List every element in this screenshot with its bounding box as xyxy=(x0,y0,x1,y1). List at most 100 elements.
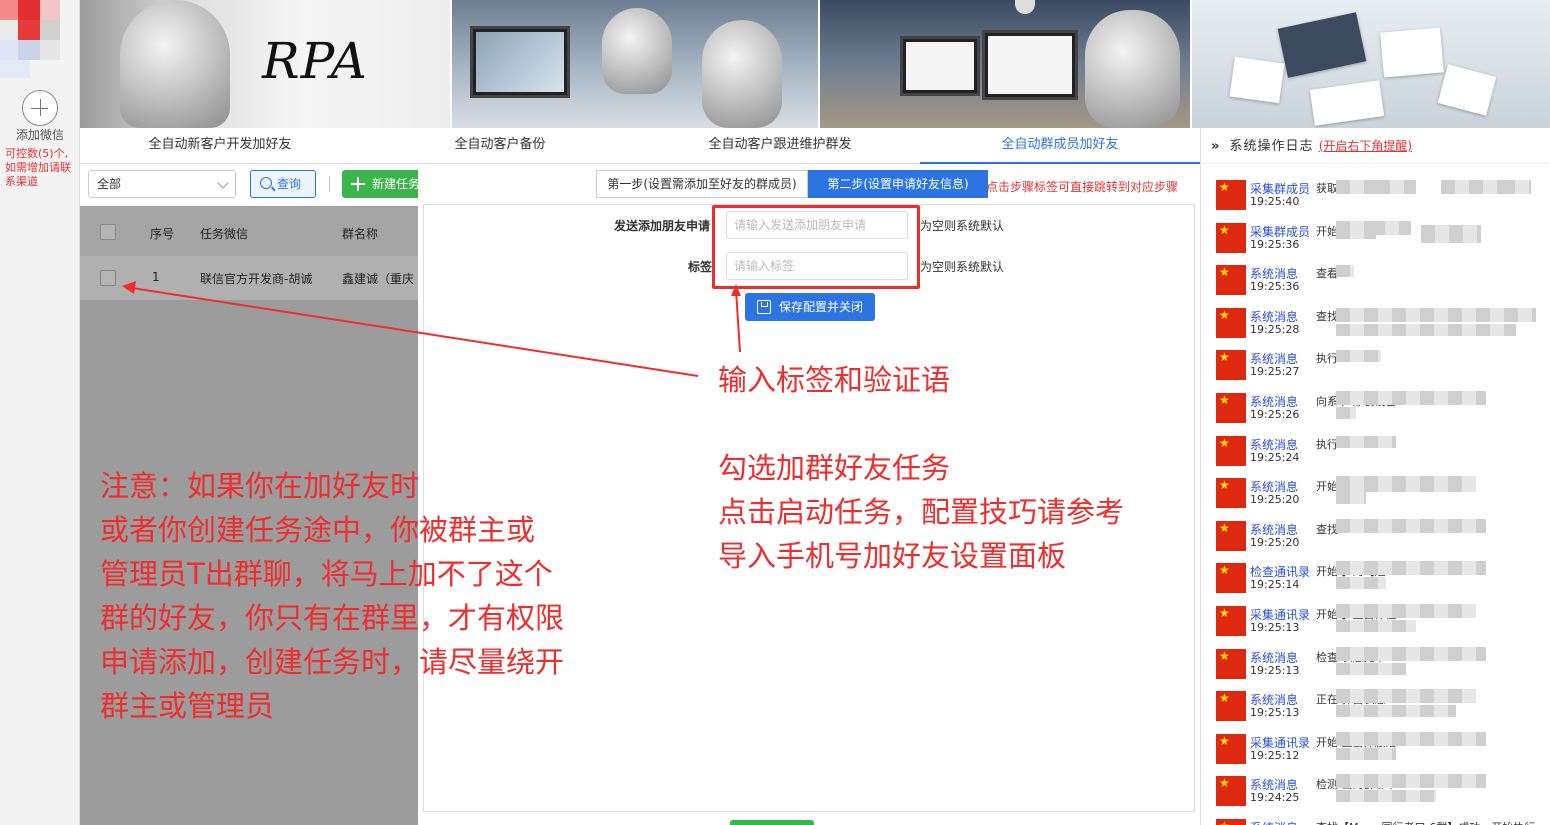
log-header: » 系统操作日志 (开启右下角提醒) xyxy=(1201,128,1550,164)
input-note: 输入标签和验证语 xyxy=(718,363,951,397)
log-item: 系统消息19:25:13正在 弹窗状态 xyxy=(1201,683,1550,725)
log-item: 系统消息19:25:20开始 涂设备交流群 xyxy=(1201,470,1550,512)
redaction-blur xyxy=(1336,774,1486,789)
log-time: 19:25:40 xyxy=(1250,195,1300,208)
redaction-blur xyxy=(1336,435,1396,448)
redaction-blur xyxy=(1336,492,1366,505)
tag-hint: 为空则系统默认 xyxy=(920,260,1005,274)
log-item: 检查通讯录19:25:14开始 】的【通 xyxy=(1201,555,1550,597)
tab-customer-backup[interactable]: 全自动客户备份 xyxy=(360,128,640,164)
module-tabs: 全自动新客户开发加好友 全自动客户备份 全自动客户跟进维护群发 全自动群成员加好… xyxy=(80,128,1200,164)
warning-note-6: 群主或管理员 xyxy=(100,689,275,723)
log-item: 系统消息19:25:26向系 ）涂装设备 xyxy=(1201,385,1550,427)
step-tab-1[interactable]: 第一步(设置需添加至好友的群成员) xyxy=(596,170,808,198)
log-time: 19:25:26 xyxy=(1250,408,1300,421)
save-icon xyxy=(757,300,771,314)
collapse-icon[interactable]: » xyxy=(1211,139,1220,154)
log-time: 19:25:13 xyxy=(1250,663,1300,677)
quota-notice: 可控数(5)个,如需增加请联系渠道 xyxy=(5,147,71,188)
tab-group-member-add-friends[interactable]: 全自动群成员加好友 xyxy=(920,128,1200,164)
flag-icon xyxy=(1216,691,1246,722)
task-note-2: 点击启动任务，配置技巧请参考 xyxy=(718,495,1125,529)
log-item: 系统消息19:25:27执行 xyxy=(1201,342,1550,384)
flag-icon xyxy=(1216,606,1246,636)
log-item: 系统消息19:25:24执行 xyxy=(1201,428,1550,470)
flag-icon xyxy=(1216,648,1246,679)
chevron-down-icon xyxy=(217,177,229,189)
tag-input[interactable] xyxy=(726,252,908,280)
redaction-blur xyxy=(1336,476,1476,493)
header-task-wechat: 任务微信 xyxy=(200,227,249,241)
log-item: 采集群成员19:25:40获取 xyxy=(1201,172,1550,214)
flag-icon xyxy=(1216,265,1246,296)
save-config-button[interactable]: 保存配置并关闭 xyxy=(745,293,875,321)
redaction-blur xyxy=(1336,790,1436,803)
new-task-button[interactable]: 新建任务 xyxy=(342,170,422,198)
add-wechat-label[interactable]: 添加微信 xyxy=(0,126,80,143)
log-time: 19:24:25 xyxy=(1250,791,1300,805)
log-item: 系统消息 查找【Muse 同行者口-6群】成功，开始执行 xyxy=(1201,811,1550,825)
redaction-blur xyxy=(1336,407,1356,419)
log-time: 19:25:13 xyxy=(1250,706,1300,720)
step-tabs: 第一步(设置需添加至好友的群成员) 第二步(设置申请好友信息) xyxy=(596,170,1026,198)
redaction-blur xyxy=(1336,180,1376,194)
search-icon xyxy=(260,177,272,189)
avatar[interactable] xyxy=(0,0,60,80)
task-filter-select[interactable]: 全部 xyxy=(88,170,236,198)
banner-image-workspace xyxy=(1192,0,1550,128)
redaction-blur xyxy=(1336,604,1476,618)
warning-note-5: 申请添加，创建任务时，请尽量绕开 xyxy=(100,645,565,679)
tab-new-customer-add-friends[interactable]: 全自动新客户开发加好友 xyxy=(80,128,360,164)
log-item: 采集群成员19:25:36开始 xyxy=(1201,215,1550,257)
flag-icon xyxy=(1216,733,1246,764)
step-tab-2[interactable]: 第二步(设置申请好友信息) xyxy=(808,170,988,198)
request-message-input[interactable] xyxy=(726,211,908,239)
log-item: 采集通讯录19:25:13开始 】主窗体位 xyxy=(1201,598,1550,640)
redaction-blur xyxy=(1336,391,1486,405)
redaction-blur xyxy=(1336,731,1486,746)
redaction-blur xyxy=(1336,705,1456,718)
warning-note-2: 或者你创建任务途中，你被群主或 xyxy=(100,513,536,547)
log-time: 19:25:20 xyxy=(1250,493,1300,507)
log-time: 19:25:14 xyxy=(1250,578,1300,592)
start-task-button[interactable] xyxy=(730,820,814,825)
add-wechat-icon[interactable] xyxy=(22,90,58,126)
log-time: 19:25:36 xyxy=(1250,237,1300,251)
log-time: 19:25:20 xyxy=(1250,535,1300,549)
flag-icon xyxy=(1216,180,1246,210)
banner: RPA xyxy=(80,0,1550,128)
log-item: 采集通讯录19:25:12开始 主窗体激活 xyxy=(1201,726,1550,768)
log-time: 19:25:36 xyxy=(1250,280,1300,294)
flag-icon xyxy=(1216,776,1246,807)
banner-image-robot-desk xyxy=(820,0,1190,128)
redaction-blur xyxy=(1421,224,1481,243)
left-sidebar: 添加微信 可控数(5)个,如需增加请联系渠道 xyxy=(0,0,80,825)
log-title: 系统操作日志 xyxy=(1229,139,1314,154)
log-item: 系统消息19:25:13检查 状态完毕 xyxy=(1201,641,1550,683)
toolbar-divider xyxy=(329,176,330,192)
redaction-blur xyxy=(1336,561,1486,576)
query-button[interactable]: 查询 xyxy=(250,170,316,198)
tab-customer-followup-broadcast[interactable]: 全自动客户跟进维护群发 xyxy=(640,128,920,164)
log-item: 系统消息19:24:25检测 出的群聊中 xyxy=(1201,768,1550,810)
select-all-checkbox[interactable] xyxy=(100,224,116,240)
rpa-logo-text: RPA xyxy=(262,32,368,90)
step-hint: 点击步骤标签可直接跳转到对应步骤 xyxy=(986,180,1179,194)
flag-icon xyxy=(1216,222,1246,253)
log-time: 19:25:12 xyxy=(1250,748,1300,762)
row-task-wechat: 联信官方开发商-胡诚 xyxy=(200,272,313,286)
redaction-blur xyxy=(1336,350,1381,363)
row-checkbox[interactable] xyxy=(100,270,116,286)
enable-notify-link[interactable]: (开启右下角提醒) xyxy=(1319,139,1412,153)
flag-icon xyxy=(1216,307,1246,338)
redaction-blur xyxy=(1336,577,1386,590)
warning-note-4: 群的好友，你只有在群里，才有权限 xyxy=(100,601,565,635)
table-row[interactable]: 1 联信官方开发商-胡诚 鑫建诚（重庆 xyxy=(80,256,418,300)
header-group-name: 群名称 xyxy=(342,227,379,241)
redaction-blur xyxy=(1336,620,1416,632)
task-note-1: 勾选加群好友任务 xyxy=(718,451,951,485)
log-item: 系统消息19:25:28查找 群】成功, xyxy=(1201,300,1550,342)
request-hint: 为空则系统默认 xyxy=(920,219,1005,233)
redaction-blur xyxy=(1336,662,1406,675)
flag-icon xyxy=(1216,435,1246,466)
